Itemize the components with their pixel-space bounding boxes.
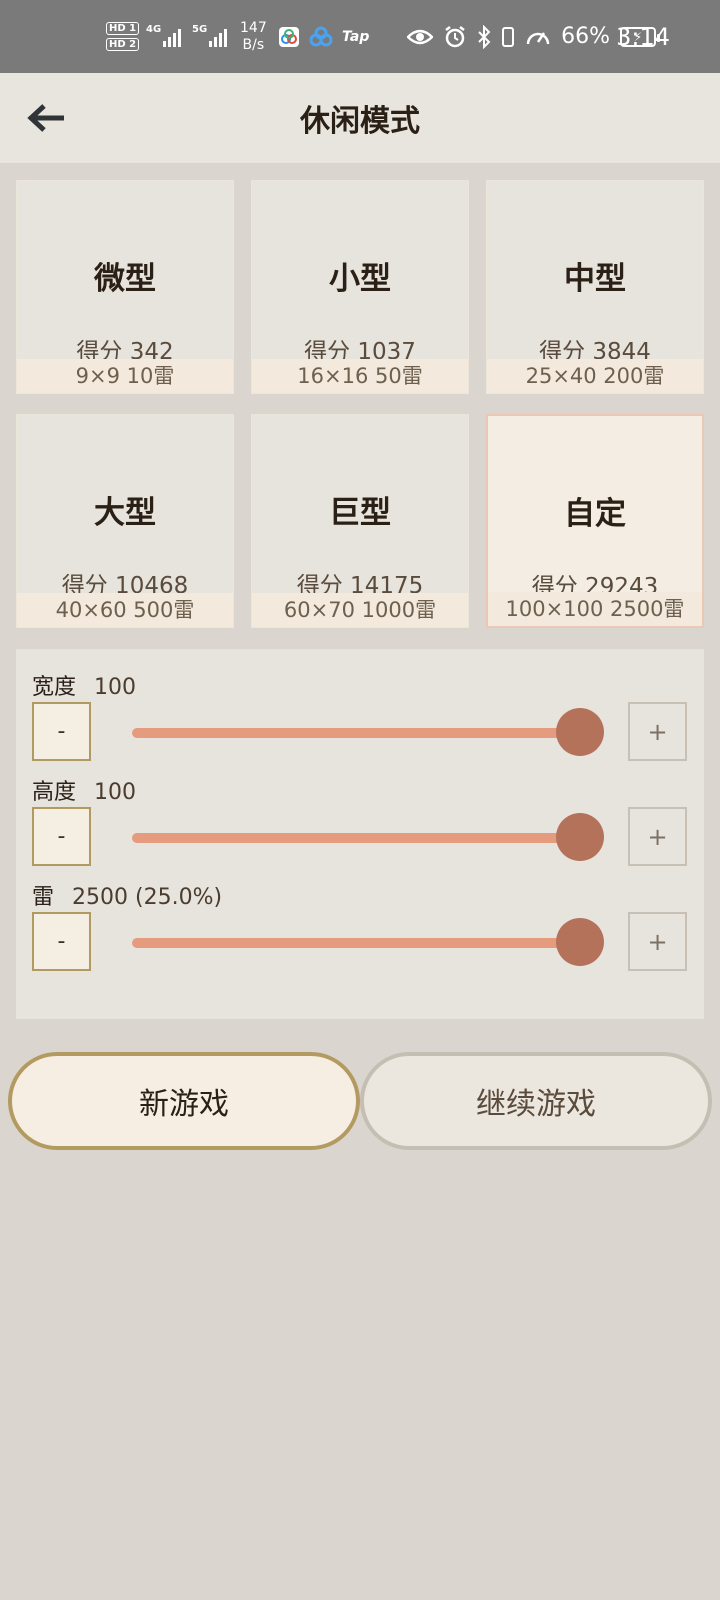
bluetooth-icon: [478, 24, 491, 49]
slider-track: [132, 833, 580, 843]
width-label: 宽度: [32, 675, 77, 700]
hd2-badge: HD 2: [106, 38, 140, 51]
hd-indicators: HD 1 HD 2: [106, 0, 140, 73]
slider-thumb[interactable]: [556, 918, 604, 966]
signal-4g: 4G: [146, 0, 182, 73]
app-header: 休闲模式: [0, 73, 720, 163]
network-speed: 147 B/s: [240, 0, 267, 73]
speed-unit: B/s: [242, 36, 265, 53]
battery-percent: 66%: [561, 24, 610, 49]
preset-card-custom[interactable]: 自定 得分 29243 100×100 2500雷: [486, 414, 704, 628]
mines-label: 雷: [32, 885, 55, 910]
alarm-icon: [445, 25, 465, 47]
preset-card-small[interactable]: 小型 得分 1037 16×16 50雷: [251, 180, 469, 394]
status-bar: HD 1 HD 2 4G 5G 147 B/s Tap 66% ⚡ 3:14: [0, 0, 720, 73]
app-notification-icon: [279, 26, 299, 47]
slider-track: [132, 938, 580, 948]
width-slider[interactable]: [132, 708, 604, 756]
continue-game-button[interactable]: 继续游戏: [360, 1052, 712, 1150]
height-value: 100: [94, 780, 137, 805]
width-decrease-button[interactable]: -: [32, 702, 91, 761]
height-label: 高度: [32, 780, 77, 805]
preset-name: 巨型: [329, 495, 391, 531]
preset-name: 自定: [564, 496, 626, 532]
preset-card-medium[interactable]: 中型 得分 3844 25×40 200雷: [486, 180, 704, 394]
mines-increase-button[interactable]: +: [628, 912, 687, 971]
signal-icon: [209, 27, 228, 47]
preset-name: 大型: [94, 495, 156, 531]
preset-spec: 9×9 10雷: [17, 359, 233, 393]
tap-app-icon: Tap: [342, 28, 370, 45]
preset-spec: 40×60 500雷: [17, 593, 233, 627]
preset-spec: 25×40 200雷: [487, 359, 703, 393]
preset-name: 微型: [94, 261, 156, 297]
mines-row-label: 雷 2500 (25.0%): [32, 879, 222, 911]
speed-value: 147: [240, 19, 267, 36]
height-slider[interactable]: [132, 813, 604, 861]
preset-name: 中型: [564, 261, 626, 297]
mines-decrease-button[interactable]: -: [32, 912, 91, 971]
width-increase-button[interactable]: +: [628, 702, 687, 761]
preset-spec: 100×100 2500雷: [488, 592, 702, 626]
height-increase-button[interactable]: +: [628, 807, 687, 866]
width-value: 100: [94, 675, 137, 700]
custom-settings-panel: 宽度 100 - + 高度 100 - + 雷 2500 (25.0%) - +: [16, 649, 704, 1019]
preset-name: 小型: [329, 261, 391, 297]
signal-icon: [163, 27, 182, 47]
speedometer-icon: [526, 31, 550, 44]
mines-slider[interactable]: [132, 918, 604, 966]
new-game-button[interactable]: 新游戏: [8, 1052, 360, 1150]
page-title: 休闲模式: [300, 104, 420, 139]
vibrate-icon: [502, 26, 515, 47]
preset-card-large[interactable]: 大型 得分 10468 40×60 500雷: [16, 414, 234, 628]
height-row-label: 高度 100: [32, 774, 136, 806]
mines-value: 2500 (25.0%): [72, 885, 223, 910]
signal-5g: 5G: [192, 0, 228, 73]
preset-card-huge[interactable]: 巨型 得分 14175 60×70 1000雷: [251, 414, 469, 628]
preset-spec: 60×70 1000雷: [252, 593, 468, 627]
clock: 3:14: [616, 22, 670, 51]
slider-thumb[interactable]: [556, 813, 604, 861]
net1-label: 4G: [146, 24, 162, 35]
hd1-badge: HD 1: [106, 22, 140, 35]
preset-card-micro[interactable]: 微型 得分 342 9×9 10雷: [16, 180, 234, 394]
notification-icons: Tap: [278, 0, 369, 73]
slider-thumb[interactable]: [556, 708, 604, 756]
preset-spec: 16×16 50雷: [252, 359, 468, 393]
cloud-app-icon: [309, 26, 333, 46]
net2-label: 5G: [192, 24, 208, 35]
height-decrease-button[interactable]: -: [32, 807, 91, 866]
slider-track: [132, 728, 580, 738]
width-row-label: 宽度 100: [32, 669, 136, 701]
eye-icon: [407, 29, 434, 44]
